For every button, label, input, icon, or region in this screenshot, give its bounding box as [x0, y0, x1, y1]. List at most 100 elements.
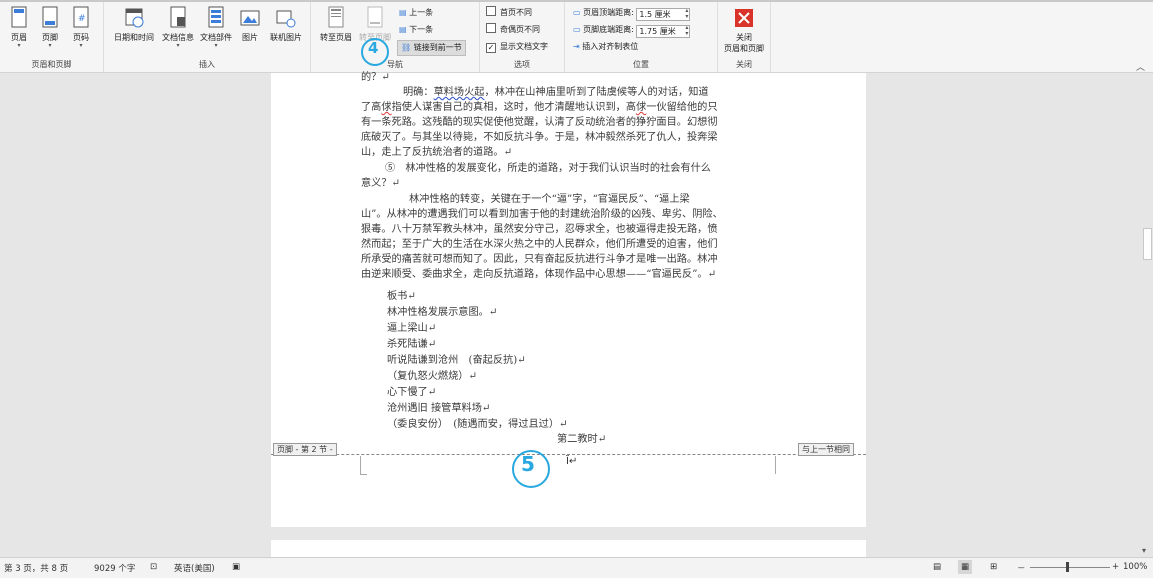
goto-header-button[interactable]: 转至页眉	[317, 6, 355, 54]
header-top-label: 页眉顶端距离:	[583, 8, 634, 17]
group-label-position: 位置	[633, 60, 649, 69]
next-button[interactable]: ▤ 下一条	[399, 23, 433, 37]
outline-line: 逼上梁山↵	[387, 323, 437, 334]
odd-even-different-label: 奇偶页不同	[500, 25, 540, 34]
page-number-button[interactable]: # 页码 ▾	[64, 6, 98, 54]
spinner-arrows-icon[interactable]: ▴ ▾	[685, 8, 688, 20]
picture-button[interactable]: 图片	[235, 6, 265, 54]
macro-record-icon[interactable]: ▣	[232, 562, 240, 572]
text-run: 的？↵	[361, 72, 390, 83]
ribbon: 页眉 ▾ 页脚 ▾ # 页码 ▾ 页眉和页脚 日期和时间 文档信息 ▾ 文档部件…	[0, 0, 1153, 73]
header-icon	[11, 6, 27, 28]
text-run: 明确：	[403, 87, 434, 98]
paragraph-line: 然而起；至于广大的生活在水深火热之中的人民群众，他们所遭受的迫害，他们	[361, 239, 718, 250]
scroll-down-icon[interactable]: ▾	[1142, 546, 1146, 555]
question-line: 意义？↵	[361, 178, 401, 189]
outline-line: 板书↵	[387, 291, 416, 302]
text-run: 了高	[361, 102, 382, 113]
insert-align-tab-button[interactable]: ⇥ 插入对齐制表位	[573, 40, 638, 54]
read-mode-icon[interactable]: ▤	[933, 562, 941, 572]
quick-parts-icon	[208, 6, 224, 28]
group-label-navigation: 导航	[387, 60, 403, 69]
align-tab-icon: ⇥	[573, 42, 580, 51]
header-distance-icon: ▭	[573, 8, 581, 17]
outline-line: 沧州遇旧 接管草料场↵	[387, 403, 491, 414]
show-document-text-checkbox[interactable]: ✓ 显示文档文字	[486, 40, 548, 54]
scrollbar-thumb[interactable]	[1143, 228, 1152, 260]
dropdown-arrow-icon: ▾	[79, 42, 83, 49]
group-options: 首页不同 奇偶页不同 ✓ 显示文档文字 选项	[480, 2, 565, 72]
group-label-close: 关闭	[736, 60, 752, 69]
header-button[interactable]: 页眉 ▾	[2, 6, 36, 54]
spelling-flagged-text: 草料场火起	[433, 87, 485, 98]
close-header-footer-button[interactable]: 关闭 页眉和页脚	[721, 6, 767, 54]
proofing-icon[interactable]: ⊡	[150, 562, 157, 572]
first-page-different-checkbox[interactable]: 首页不同	[486, 6, 532, 20]
group-header-footer: 页眉 ▾ 页脚 ▾ # 页码 ▾ 页眉和页脚	[0, 2, 104, 72]
annotation-number: 4	[368, 39, 379, 57]
outline-line: 心下慢了↵	[387, 387, 437, 398]
document-info-icon	[170, 6, 186, 28]
web-layout-icon[interactable]: ⊞	[990, 562, 997, 572]
link-to-previous-label: 链接到前一节	[413, 43, 462, 52]
print-layout-icon[interactable]: ▦	[958, 560, 973, 574]
date-time-button[interactable]: 日期和时间	[108, 6, 160, 54]
checkbox-unchecked-icon	[486, 6, 496, 16]
odd-even-different-checkbox[interactable]: 奇偶页不同	[486, 23, 540, 37]
group-label-header-footer: 页眉和页脚	[31, 60, 72, 69]
footer-icon	[42, 6, 58, 28]
outline-line: （复仇怒火燃烧）↵	[387, 371, 478, 382]
outline-line: 听说陆谦到沧州 (奋起反抗)↵	[387, 355, 526, 366]
dropdown-arrow-icon: ▾	[176, 42, 180, 49]
language[interactable]: 英语(美国)	[174, 562, 215, 574]
online-picture-icon	[276, 10, 296, 28]
next-document-page	[271, 540, 866, 558]
word-count[interactable]: 9029 个字	[94, 562, 135, 574]
online-picture-button[interactable]: 联机图片	[266, 6, 306, 54]
close-label-line1: 关闭	[736, 33, 752, 42]
footer-bottom-value: 1.75 厘米	[639, 27, 676, 36]
picture-icon	[240, 10, 260, 26]
paragraph-line: 明确：草料场火起，林冲在山神庙里听到了陆虞候等人的对话，知道	[361, 85, 781, 100]
text-line: 的？↵	[361, 70, 781, 85]
footer-bottom-input[interactable]: 1.75 厘米 ▴ ▾	[636, 25, 691, 38]
paragraph-line: 由逆来顺受、委曲求全，走向反抗道路，体现作品中心思想——“官逼民反”。↵	[361, 269, 717, 280]
header-top-value: 1.5 厘米	[639, 10, 671, 19]
online-picture-label: 联机图片	[270, 33, 302, 42]
zoom-slider[interactable]	[1030, 567, 1110, 568]
paragraph-line: 狠毒。八十万禁军教头林冲，虽然安分守己，忍辱求全，也被逼得走投无路，愤	[361, 224, 718, 235]
show-document-text-label: 显示文档文字	[500, 42, 548, 51]
vertical-scrollbar[interactable]: ▾	[1139, 73, 1153, 557]
insert-align-tab-label: 插入对齐制表位	[582, 42, 639, 51]
collapse-ribbon-icon[interactable]: ︿	[1136, 60, 1145, 73]
doc-info-button[interactable]: 文档信息 ▾	[159, 6, 197, 54]
zoom-slider-thumb[interactable]	[1066, 562, 1069, 572]
spelling-flagged-text: 俅	[636, 102, 647, 113]
picture-label: 图片	[242, 33, 258, 42]
paragraph-line: 有一条死路。这残酷的现实促使他觉醒，认清了反动统治者的狰狞面目。幻想彻	[361, 117, 718, 128]
zoom-out-button[interactable]: －	[1017, 562, 1026, 574]
spinner-arrows-icon[interactable]: ▴ ▾	[685, 25, 688, 37]
text-run: ，林冲在山神庙里听到了陆虞候等人的对话，知道	[484, 87, 709, 98]
footer-bottom-label: 页脚底端距离:	[583, 25, 634, 34]
group-close: 关闭 页眉和页脚 关闭	[718, 2, 771, 72]
page-number-icon: #	[73, 6, 89, 28]
footer-cursor[interactable]: Ĭ↵	[566, 456, 577, 467]
link-to-previous-button[interactable]: ⛓ 链接到前一节	[397, 40, 466, 56]
header-top-distance: ▭ 页眉顶端距离: 1.5 厘米 ▴ ▾	[573, 6, 691, 21]
link-icon: ⛓	[401, 43, 412, 52]
previous-button[interactable]: ▤ 上一条	[399, 6, 433, 20]
annotation-number: 5	[521, 452, 535, 476]
zoom-level[interactable]: 100%	[1123, 562, 1147, 572]
zoom-in-button[interactable]: +	[1112, 562, 1119, 572]
footer-button[interactable]: 页脚 ▾	[33, 6, 67, 54]
group-insert: 日期和时间 文档信息 ▾ 文档部件 ▾ 图片 联机图片 插入	[104, 2, 311, 72]
page-count[interactable]: 第 3 页，共 8 页	[4, 562, 68, 574]
text-run: 指使人谋害自己的真相，这时，他才清醒地认识到，高	[391, 102, 637, 113]
footer-boundary-line	[271, 454, 866, 455]
header-top-input[interactable]: 1.5 厘米 ▴ ▾	[636, 8, 691, 21]
paragraph-line: 林冲性格的转变，关键在于一个“逼”字，“官逼民反”、“逼上梁	[409, 194, 690, 205]
goto-footer-icon	[367, 6, 383, 28]
next-label: 下一条	[409, 25, 434, 34]
doc-parts-button[interactable]: 文档部件 ▾	[197, 6, 235, 54]
